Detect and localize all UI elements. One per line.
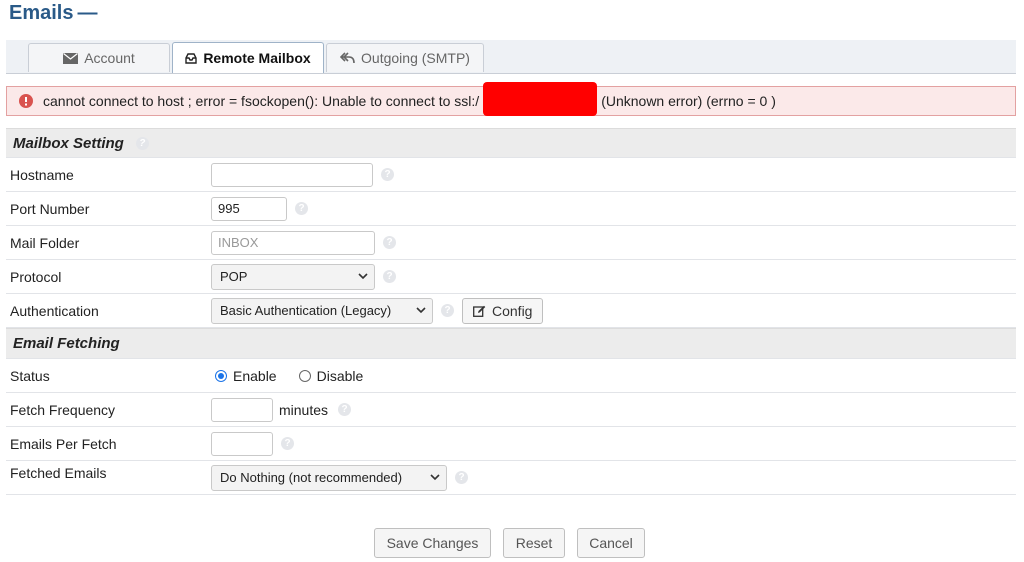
help-icon[interactable]: ?	[381, 168, 394, 181]
save-changes-button[interactable]: Save Changes	[374, 528, 491, 558]
help-icon[interactable]: ?	[455, 471, 468, 484]
status-enable-radio[interactable]: Enable	[215, 368, 277, 384]
tab-outgoing-smtp[interactable]: Outgoing (SMTP)	[326, 43, 484, 72]
row-mail-folder: Mail Folder ?	[6, 226, 1016, 260]
envelope-icon	[63, 52, 79, 64]
row-protocol: Protocol POP ?	[6, 260, 1016, 294]
port-number-input[interactable]	[211, 196, 287, 221]
tab-remote-mailbox-label: Remote Mailbox	[203, 50, 311, 66]
authentication-select[interactable]: Basic Authentication (Legacy)	[211, 297, 433, 324]
radio-dot	[215, 369, 227, 382]
row-fetched-emails: Fetched Emails Do Nothing (not recommend…	[6, 461, 1016, 495]
status-label: Status	[10, 367, 50, 384]
disable-label: Disable	[316, 367, 364, 384]
page-title-dash: —	[77, 2, 98, 24]
chevron-down-icon	[358, 273, 368, 280]
tab-bar: Account Remote Mailbox Outgoing (SMTP)	[6, 40, 1016, 74]
protocol-select[interactable]: POP	[211, 263, 375, 290]
row-emails-per-fetch: Emails Per Fetch ?	[6, 427, 1016, 461]
folder-label: Mail Folder	[10, 234, 80, 251]
per-fetch-label: Emails Per Fetch	[10, 435, 117, 452]
tab-outgoing-smtp-label: Outgoing (SMTP)	[361, 50, 470, 66]
chevron-down-icon	[416, 307, 426, 314]
error-message-suffix: (Unknown error) (errno = 0 )	[601, 93, 776, 109]
port-label: Port Number	[10, 200, 90, 217]
section-mailbox-setting: Mailbox Setting ?	[6, 128, 1016, 158]
hostname-input[interactable]	[211, 162, 373, 187]
row-status: Status Enable Disable	[6, 359, 1016, 393]
section-title: Email Fetching	[13, 335, 120, 352]
cancel-button[interactable]: Cancel	[577, 528, 645, 558]
auth-label: Authentication	[10, 302, 99, 319]
row-fetch-frequency: Fetch Frequency minutes ?	[6, 393, 1016, 427]
protocol-selected: POP	[220, 269, 248, 284]
help-icon[interactable]: ?	[383, 236, 396, 249]
config-button[interactable]: Config	[462, 297, 544, 324]
radio-dot	[298, 369, 311, 382]
row-hostname: Hostname ?	[6, 158, 1016, 192]
mail-folder-input[interactable]	[211, 230, 375, 255]
fetched-label: Fetched Emails	[10, 465, 107, 481]
page-title-text: Emails	[9, 2, 74, 24]
inbox-tray-icon	[185, 52, 198, 64]
tab-remote-mailbox[interactable]: Remote Mailbox	[172, 42, 324, 73]
error-circle-icon	[19, 94, 33, 108]
tab-account[interactable]: Account	[28, 43, 170, 72]
emails-per-fetch-input[interactable]	[211, 431, 273, 456]
fetched-selected: Do Nothing (not recommended)	[220, 470, 403, 485]
chevron-down-icon	[430, 474, 440, 481]
reset-button[interactable]: Reset	[503, 528, 565, 558]
reply-arrow-icon	[340, 52, 355, 64]
error-message-prefix: cannot connect to host ; error = fsockop…	[43, 93, 480, 109]
fetched-emails-select[interactable]: Do Nothing (not recommended)	[211, 464, 447, 491]
help-icon[interactable]: ?	[295, 202, 308, 215]
edit-icon	[473, 305, 486, 317]
page-title: Emails —	[9, 2, 97, 25]
auth-selected: Basic Authentication (Legacy)	[220, 303, 392, 318]
minutes-unit: minutes	[279, 401, 329, 418]
help-icon[interactable]: ?	[281, 437, 294, 450]
frequency-label: Fetch Frequency	[10, 401, 116, 418]
fetch-frequency-input[interactable]	[211, 397, 273, 422]
help-icon[interactable]: ?	[441, 304, 454, 317]
row-port-number: Port Number ?	[6, 192, 1016, 226]
settings-form: Mailbox Setting ? Hostname ? Port Number…	[6, 128, 1016, 495]
config-button-label: Config	[492, 302, 533, 319]
help-icon[interactable]: ?	[135, 136, 149, 150]
row-authentication: Authentication Basic Authentication (Leg…	[6, 294, 1016, 328]
status-disable-radio[interactable]: Disable	[298, 367, 364, 384]
tab-account-label: Account	[84, 50, 135, 66]
section-title: Mailbox Setting	[13, 134, 124, 152]
section-email-fetching: Email Fetching	[6, 328, 1016, 359]
hostname-label: Hostname	[10, 166, 74, 183]
redacted-host	[483, 82, 598, 116]
protocol-label: Protocol	[10, 268, 62, 285]
error-banner: cannot connect to host ; error = fsockop…	[6, 82, 1016, 116]
help-icon[interactable]: ?	[338, 403, 352, 416]
help-icon[interactable]: ?	[383, 270, 396, 283]
enable-label: Enable	[233, 367, 277, 384]
